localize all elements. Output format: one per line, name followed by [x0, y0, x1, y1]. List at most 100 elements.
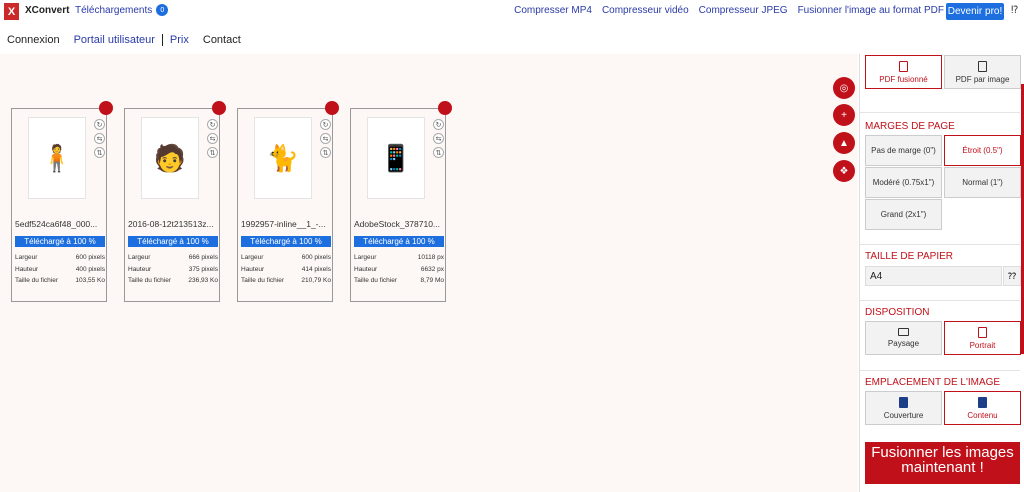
nav-user-portal[interactable]: Portail utilisateur — [67, 34, 163, 46]
flip-horizontal-icon[interactable]: ⇆ — [207, 133, 218, 144]
flip-vertical-icon[interactable]: ⇅ — [320, 147, 331, 158]
margin-moderate-button[interactable]: Modéré (0.75x1") — [865, 167, 942, 198]
add-files-fab-icon[interactable]: + — [833, 104, 855, 126]
downloads-link[interactable]: Téléchargements 0 — [75, 4, 169, 16]
divider — [860, 244, 1020, 245]
merge-images-button[interactable]: Fusionner les images maintenant ! — [865, 442, 1020, 484]
portrait-icon — [978, 326, 987, 338]
downloads-label: Téléchargements — [75, 4, 153, 16]
margin-none-button[interactable]: Pas de marge (0") — [865, 135, 942, 166]
width-label: Largeur — [128, 254, 151, 261]
rotate-icon[interactable]: ↻ — [433, 119, 444, 130]
pdf-per-image-button[interactable]: PDF par image — [944, 55, 1021, 89]
image-placement-title: EMPLACEMENT DE L'IMAGE — [865, 377, 1001, 388]
contain-button[interactable]: Contenu — [944, 391, 1021, 425]
nav-pricing[interactable]: Prix — [163, 34, 196, 46]
file-card[interactable]: 🐈 ↻ ⇆ ⇅ 1992957-inline__1_-... Télécharg… — [237, 101, 339, 302]
rotate-icon[interactable]: ↻ — [207, 119, 218, 130]
flip-horizontal-icon[interactable]: ⇆ — [94, 133, 105, 144]
margin-narrow-label: Étroit (0.5") — [962, 146, 1003, 155]
margin-moderate-label: Modéré (0.75x1") — [872, 178, 935, 187]
settings-fab-icon[interactable]: ◎ — [833, 77, 855, 99]
remove-file-icon[interactable] — [325, 101, 339, 115]
flip-horizontal-icon[interactable]: ⇆ — [433, 133, 444, 144]
height-label: Hauteur — [128, 265, 152, 273]
nav-login[interactable]: Connexion — [0, 34, 67, 46]
margin-large-button[interactable]: Grand (2x1") — [865, 199, 942, 230]
size-label: Taille du fichier — [128, 277, 171, 284]
link-merge-image-pdf[interactable]: Fusionner l'image au format PDF — [798, 5, 944, 16]
margin-large-label: Grand (2x1") — [880, 210, 927, 219]
brand-name[interactable]: XConvert — [25, 5, 69, 16]
landscape-button[interactable]: Paysage — [865, 321, 942, 355]
thumbnail-image: 🐈 — [266, 142, 300, 173]
link-jpeg-compressor[interactable]: Compresseur JPEG — [699, 5, 788, 16]
file-card[interactable]: 🧑 ↻ ⇆ ⇅ 2016-08-12t213513z... Téléchargé… — [124, 101, 226, 302]
divider — [860, 370, 1020, 371]
link-compress-mp4[interactable]: Compresser MP4 — [514, 5, 592, 16]
remove-file-icon[interactable] — [438, 101, 452, 115]
pdf-merged-button[interactable]: PDF fusionné — [865, 55, 942, 89]
margins-title: MARGES DE PAGE — [865, 121, 955, 132]
xconvert-logo[interactable]: X — [4, 3, 19, 20]
cover-label: Couverture — [883, 410, 924, 420]
divider — [860, 112, 1020, 113]
file-thumbnail: 🐈 — [254, 117, 312, 199]
thumbnail-image: 🧑 — [153, 142, 187, 173]
file-card[interactable]: 📱 ↻ ⇆ ⇅ AdobeStock_378710... Téléchargé … — [350, 101, 452, 302]
file-thumbnail: 🧍 — [28, 117, 86, 199]
file-name: 5edf524ca6f48_000... — [15, 219, 98, 229]
width-value: 10118 px — [417, 254, 444, 261]
height-label: Hauteur — [15, 265, 39, 273]
paper-size-select[interactable]: A4 — [865, 266, 1002, 286]
files-workspace: 🧍 ↻ ⇆ ⇅ 5edf524ca6f48_000... Téléchargé … — [0, 54, 858, 492]
file-name: 1992957-inline__1_-... — [241, 219, 326, 229]
rotate-icon[interactable]: ↻ — [320, 119, 331, 130]
size-value: 8,79 Mo — [420, 277, 445, 284]
paper-help-icon[interactable]: ⁇ — [1003, 266, 1021, 286]
cover-icon — [899, 396, 908, 408]
paper-size-title: TAILLE DE PAPIER — [865, 251, 953, 262]
file-tools: ↻ ⇆ ⇅ — [207, 119, 218, 158]
divider — [860, 300, 1020, 301]
flip-vertical-icon[interactable]: ⇅ — [207, 147, 218, 158]
flip-vertical-icon[interactable]: ⇅ — [94, 147, 105, 158]
top-bar: X XConvert Téléchargements 0 Compresser … — [0, 0, 1024, 24]
file-card[interactable]: 🧍 ↻ ⇆ ⇅ 5edf524ca6f48_000... Téléchargé … — [11, 101, 113, 302]
dropbox-icon[interactable]: ❖ — [833, 160, 855, 182]
file-meta: Largeur 600 pixels Hauteur 414 pixels Tail… — [241, 254, 331, 289]
nav-contact[interactable]: Contact — [196, 34, 248, 46]
link-video-compressor[interactable]: Compresseur vidéo — [602, 5, 689, 16]
height-value: 400 pixels — [75, 265, 105, 273]
remove-file-icon[interactable] — [99, 101, 113, 115]
height-value: 375 pixels — [188, 265, 218, 273]
height-label: Hauteur — [241, 265, 265, 273]
margin-none-label: Pas de marge (0") — [871, 146, 936, 155]
help-icon[interactable]: ⁉ — [1011, 5, 1018, 16]
documents-icon — [978, 60, 987, 72]
top-links: Compresser MP4 Compresseur vidéo Compres… — [514, 5, 944, 16]
remove-file-icon[interactable] — [212, 101, 226, 115]
thumbnail-image: 🧍 — [40, 142, 74, 173]
margin-narrow-button[interactable]: Étroit (0.5") — [944, 135, 1021, 166]
width-value: 600 pixels — [75, 254, 105, 261]
flip-vertical-icon[interactable]: ⇅ — [433, 147, 444, 158]
flip-horizontal-icon[interactable]: ⇆ — [320, 133, 331, 144]
width-label: Largeur — [241, 254, 264, 261]
file-tools: ↻ ⇆ ⇅ — [94, 119, 105, 158]
margin-normal-button[interactable]: Normal (1") — [944, 167, 1021, 198]
cover-button[interactable]: Couverture — [865, 391, 942, 425]
portrait-label: Portrait — [969, 340, 996, 350]
landscape-icon — [898, 328, 909, 336]
portrait-button[interactable]: Portrait — [944, 321, 1021, 355]
height-value: 6632 px — [420, 265, 444, 273]
become-pro-button[interactable]: Devenir pro! — [946, 3, 1004, 20]
google-drive-icon[interactable]: ▲ — [833, 132, 855, 154]
size-value: 210,79 Ko — [301, 277, 331, 284]
document-icon — [899, 60, 908, 72]
rotate-icon[interactable]: ↻ — [94, 119, 105, 130]
height-label: Hauteur — [354, 265, 378, 273]
upload-progress-bar: Téléchargé à 100 % — [241, 236, 331, 247]
file-thumbnail: 🧑 — [141, 117, 199, 199]
options-panel: PDF fusionné PDF par image MARGES DE PAG… — [859, 54, 1024, 492]
